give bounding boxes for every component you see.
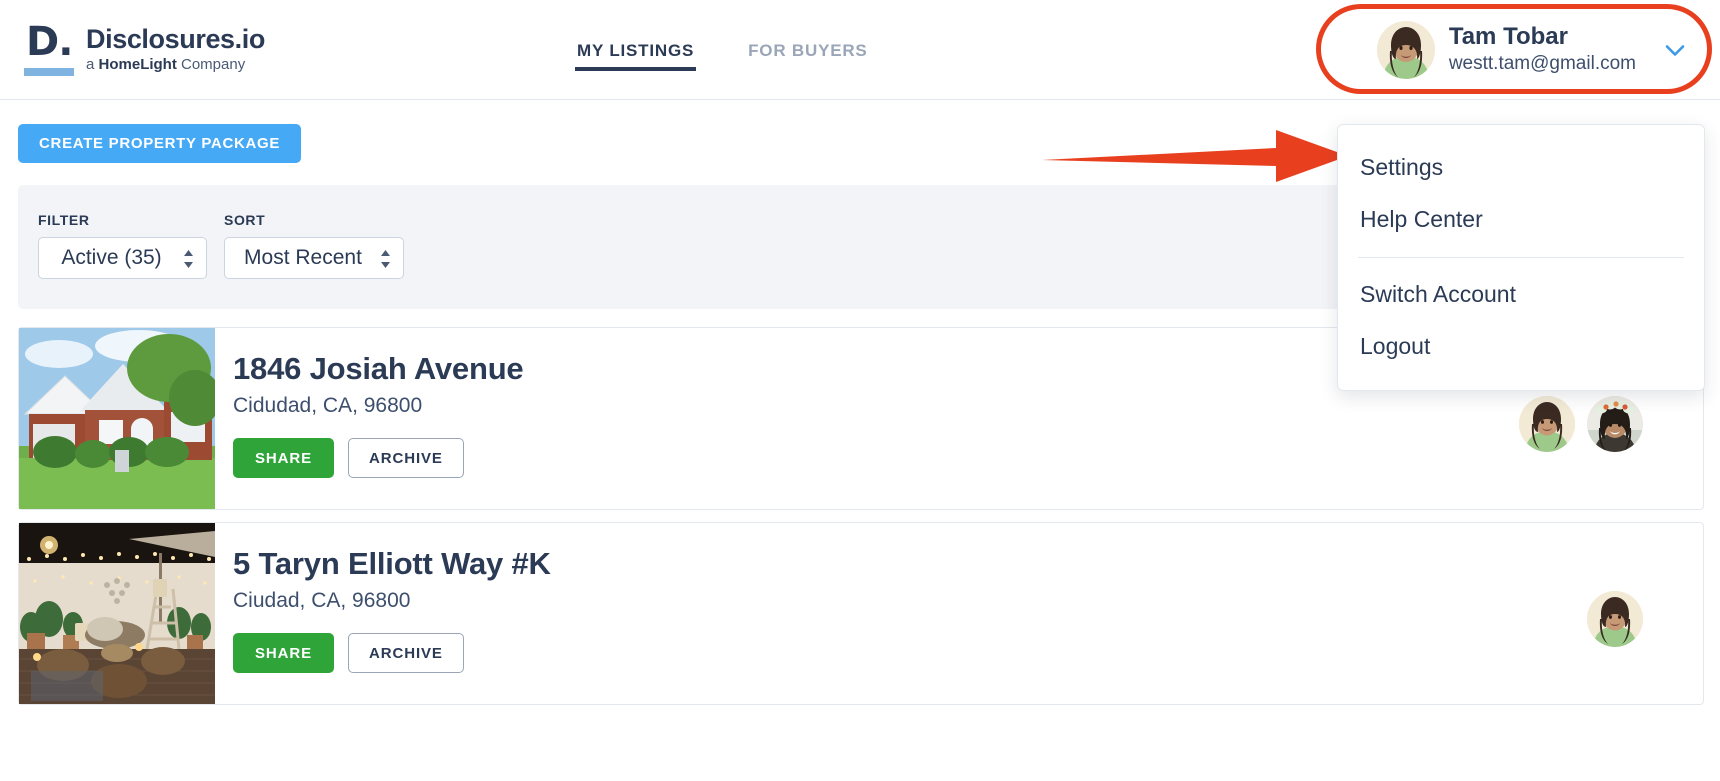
select-updown-icon: [183, 249, 194, 269]
logo-underline-bar: [24, 68, 74, 76]
listing-details: 5 Taryn Elliott Way #K Ciudad, CA, 96800…: [233, 545, 551, 673]
archive-button[interactable]: ARCHIVE: [348, 633, 464, 673]
profile-email: westt.tam@gmail.com: [1448, 53, 1636, 74]
logo-letter: D.: [26, 19, 73, 65]
share-button[interactable]: SHARE: [233, 438, 335, 478]
sort-select[interactable]: Most Recent: [224, 237, 404, 279]
menu-item-switch-account[interactable]: Switch Account: [1338, 268, 1704, 320]
avatar[interactable]: [1587, 396, 1643, 452]
listing-address: 5 Taryn Elliott Way #K: [233, 546, 551, 581]
brand-logo[interactable]: D. Disclosures.io a HomeLight Company: [24, 22, 265, 78]
avatar[interactable]: [1519, 396, 1575, 452]
logo-sub-pre: a: [86, 56, 99, 73]
profile-text-block: Tam Tobar westt.tam@gmail.com: [1449, 23, 1636, 77]
listing-details: 1846 Josiah Avenue Cidudad, CA, 96800 SH…: [233, 350, 524, 478]
listing-city: Ciudad, CA, 96800: [233, 589, 411, 612]
select-updown-icon: [380, 249, 391, 269]
logo-wordmark: Disclosures.io a HomeLight Company: [86, 22, 265, 75]
menu-item-help-center[interactable]: Help Center: [1338, 193, 1704, 245]
listing-collaborators: [1587, 591, 1643, 647]
listing-city: Cidudad, CA, 96800: [233, 394, 423, 417]
brick-house-photo-icon: [19, 328, 215, 509]
main-nav: MY LISTINGS FOR BUYERS: [575, 0, 870, 100]
logo-title: Disclosures.io: [86, 24, 265, 54]
menu-item-logout[interactable]: Logout: [1338, 320, 1704, 372]
share-button[interactable]: SHARE: [233, 633, 335, 673]
profile-menu-button[interactable]: Tam Tobar westt.tam@gmail.com: [1359, 8, 1708, 92]
filter-group: FILTER Active (35): [38, 212, 207, 279]
listing-card[interactable]: 5 Taryn Elliott Way #K Ciudad, CA, 96800…: [18, 522, 1704, 705]
logo-sub-post: Company: [176, 56, 246, 73]
sort-group: SORT Most Recent: [224, 212, 404, 279]
logo-subtitle: a HomeLight Company: [86, 55, 265, 75]
listing-collaborators: [1519, 396, 1643, 452]
app-header: D. Disclosures.io a HomeLight Company MY…: [0, 0, 1720, 100]
chevron-down-icon[interactable]: [1662, 37, 1688, 63]
app-root: D. Disclosures.io a HomeLight Company MY…: [0, 0, 1720, 781]
menu-item-settings[interactable]: Settings: [1338, 141, 1704, 193]
archive-button[interactable]: ARCHIVE: [348, 438, 464, 478]
avatar[interactable]: [1587, 591, 1643, 647]
sort-selected-value: Most Recent: [244, 246, 362, 269]
tab-for-buyers[interactable]: FOR BUYERS: [746, 7, 869, 93]
filter-select[interactable]: Active (35): [38, 237, 207, 279]
profile-dropdown-menu: Settings Help Center Switch Account Logo…: [1337, 124, 1705, 391]
night-patio-photo-icon: [19, 523, 215, 704]
avatar: [1376, 21, 1435, 79]
sort-label: SORT: [224, 212, 266, 228]
menu-divider: [1358, 257, 1684, 258]
create-property-package-button[interactable]: CREATE PROPERTY PACKAGE: [18, 124, 302, 163]
listing-actions: SHARE ARCHIVE: [233, 633, 551, 673]
logo-sub-brand: HomeLight: [98, 56, 177, 73]
filter-selected-value: Active (35): [61, 246, 162, 269]
annotation-arrow-icon: [1040, 126, 1350, 186]
listing-actions: SHARE ARCHIVE: [233, 438, 523, 478]
tab-my-listings[interactable]: MY LISTINGS: [575, 7, 697, 93]
logo-mark-icon: D.: [24, 22, 78, 78]
filter-sort-bar: FILTER Active (35) SORT Most Recent: [18, 185, 1558, 309]
profile-name: Tam Tobar: [1448, 23, 1568, 50]
filter-label: FILTER: [38, 212, 90, 228]
user-avatar-icon: [1376, 21, 1435, 79]
listing-address: 1846 Josiah Avenue: [233, 351, 524, 386]
